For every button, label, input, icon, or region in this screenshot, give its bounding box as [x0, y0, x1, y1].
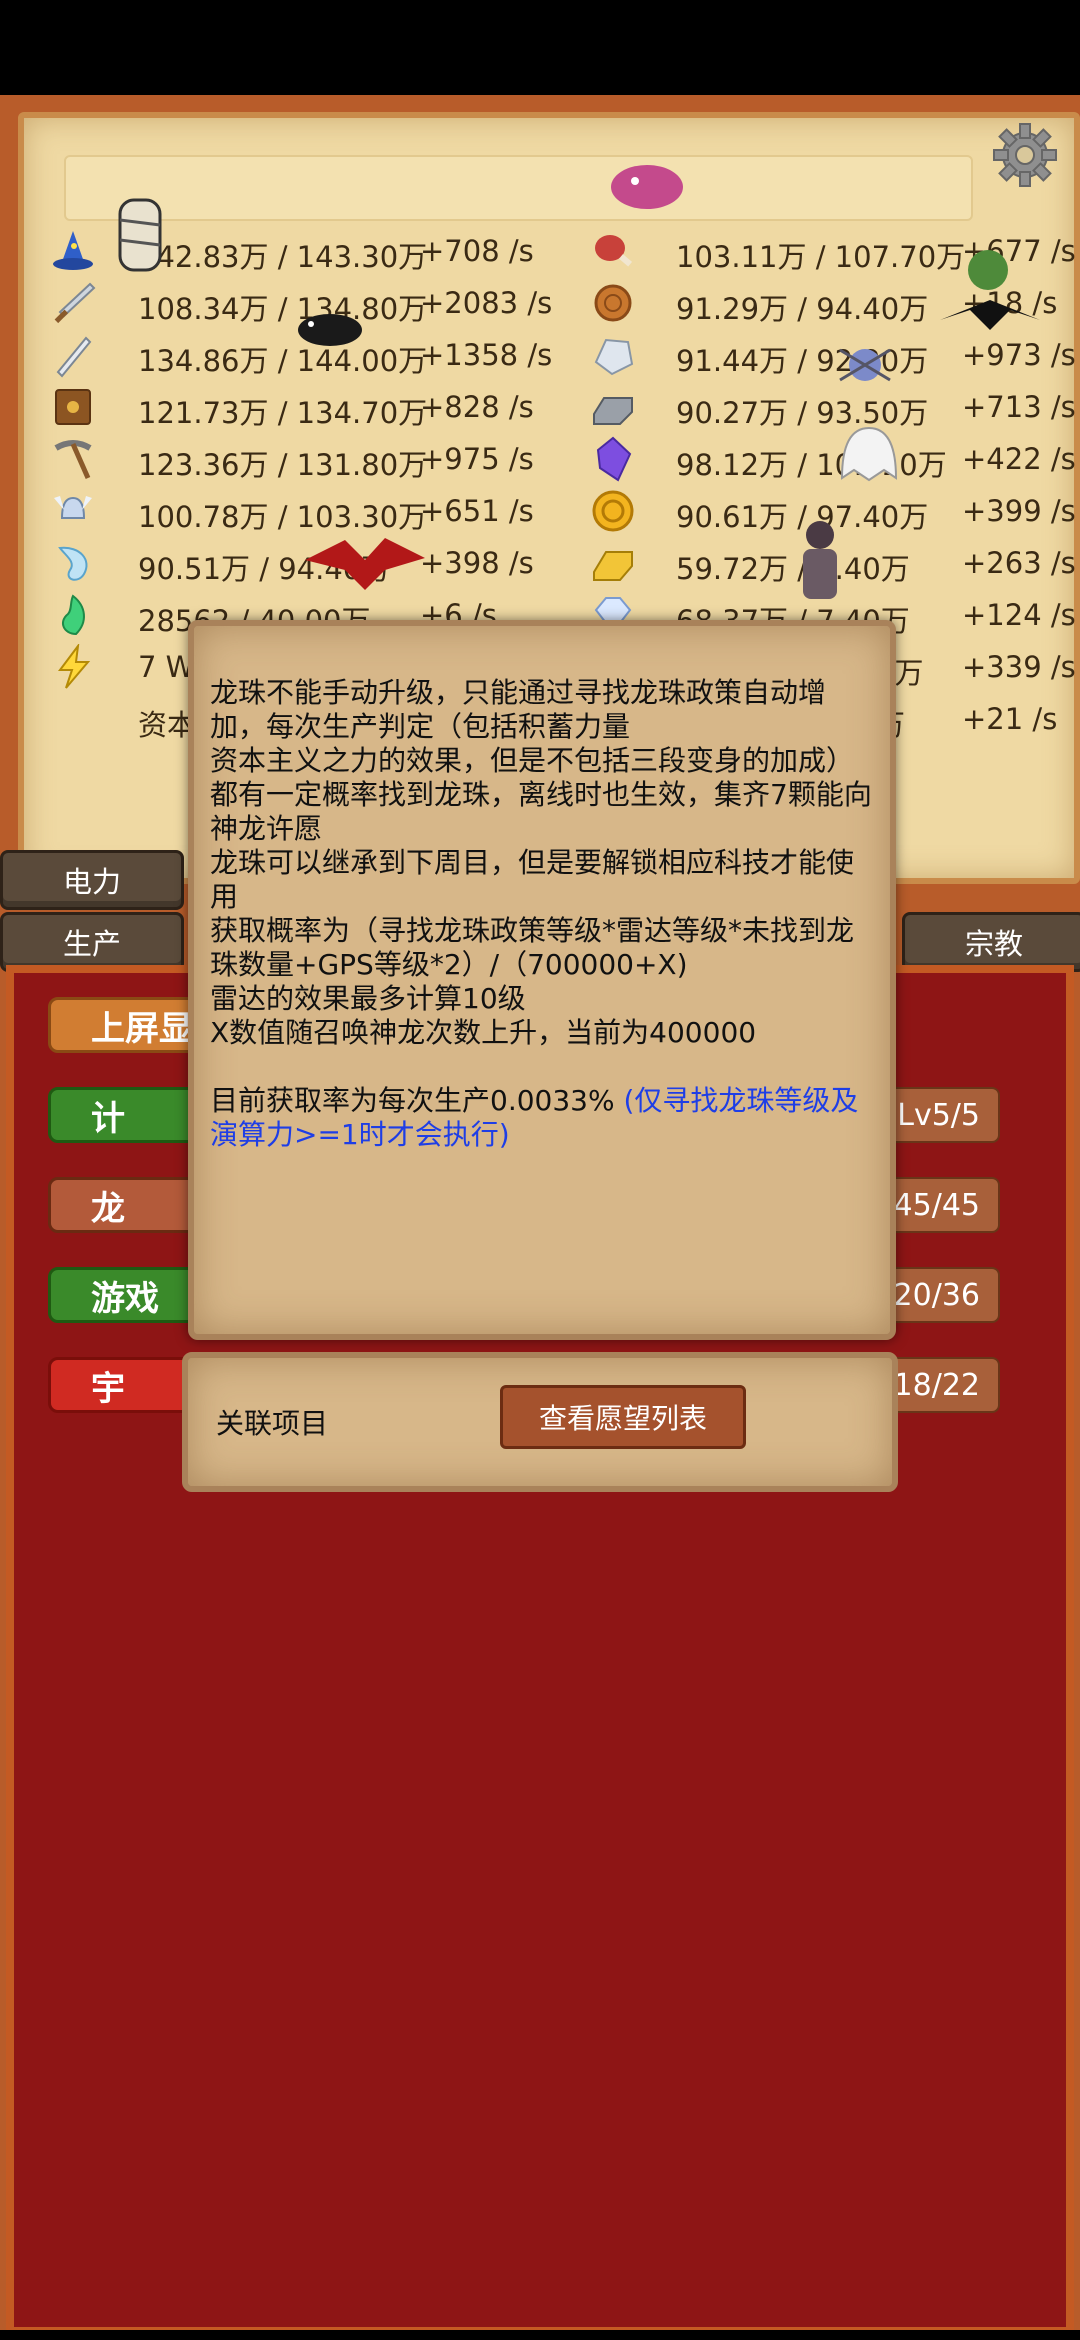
dialog-line: 获取概率为（寻找龙珠政策等级*雷达等级*未找到龙珠数量+GPS等级*2）/（70…: [210, 914, 855, 981]
spirit-icon: [58, 546, 88, 581]
lightning-icon: [58, 644, 91, 689]
spider-monster-icon: [839, 348, 891, 382]
gold-bar-icon: [593, 551, 633, 581]
status-bar: [0, 0, 1080, 95]
sword-icon: [54, 282, 96, 324]
gold-coin-icon: [592, 490, 634, 532]
view-wish-list-button[interactable]: 查看愿望列表: [500, 1385, 746, 1449]
res-rate: +651 /s: [420, 494, 534, 528]
res-rate: +422 /s: [962, 442, 1076, 476]
pink-beast-monster-icon: [611, 165, 683, 209]
dialog-line: 资本主义之力的效果，但是不包括三段变身的加成）都有一定概率找到龙珠，离线时也生效…: [210, 744, 872, 845]
res-rate: +124 /s: [962, 598, 1076, 632]
res-value: 103.11万 / 107.70万: [676, 240, 966, 274]
res-rate: +828 /s: [420, 390, 534, 424]
meat-icon: [595, 235, 633, 267]
ghost-monster-icon: [840, 426, 898, 482]
res-value: 142.83万 / 143.30万: [138, 240, 428, 274]
res-rate: +975 /s: [420, 442, 534, 476]
tab-religion[interactable]: 宗教: [902, 912, 1080, 972]
settings-gear-icon[interactable]: [990, 120, 1060, 190]
res-rate: +973 /s: [962, 338, 1076, 372]
nav-bar: [0, 2330, 1080, 2340]
res-value: 123.36万 / 131.80万: [138, 448, 428, 482]
wood-icon: [594, 284, 632, 322]
goblin-bat-monster-icon: [940, 250, 1040, 330]
dark-girl-monster-icon: [803, 521, 837, 599]
dialog-text: 龙珠不能手动升级，只能通过寻找龙珠政策自动增加，每次生产判定（包括积蓄力量 资本…: [210, 676, 880, 1152]
iron-ingot-icon: [593, 397, 633, 425]
res-rate: +2083 /s: [420, 286, 553, 320]
dialog-line: 龙珠不能手动升级，只能通过寻找龙珠政策自动增加，每次生产判定（包括积蓄力量: [210, 676, 827, 743]
stone-icon: [594, 338, 634, 376]
res-rate: +263 /s: [962, 546, 1076, 580]
res-rate: +1358 /s: [420, 338, 553, 372]
dialog-line: 龙珠可以继承到下周目，但是要解锁相应科技才能使用: [210, 846, 855, 913]
dialog-line: 雷达的效果最多计算10级: [210, 982, 526, 1015]
res-value: 91.29万 / 94.40万: [676, 292, 929, 326]
res-rate: +399 /s: [962, 494, 1076, 528]
wizard-hat-icon: [53, 231, 93, 270]
red-dragon-monster-icon: [305, 538, 425, 590]
res-rate: +708 /s: [420, 234, 534, 268]
res-value: 108.34万 / 134.80万: [138, 292, 428, 326]
book-icon: [55, 389, 91, 425]
res-rate: +21 /s: [962, 702, 1058, 736]
res-rate: +713 /s: [962, 390, 1076, 424]
tab-power[interactable]: 电力: [0, 850, 184, 910]
dialog-line: X数值随召唤神龙次数上升，当前为400000: [210, 1016, 757, 1049]
acquisition-rate: 目前获取率为每次生产0.0033%: [210, 1084, 615, 1117]
res-value: 121.73万 / 134.70万: [138, 396, 428, 430]
res-value: 7 W: [138, 650, 195, 684]
res-rate: +398 /s: [420, 546, 534, 580]
crystal-icon: [596, 436, 632, 482]
tab-production[interactable]: 生产: [0, 912, 184, 972]
dagger-icon: [56, 336, 92, 378]
res-value: 134.86万 / 144.00万: [138, 344, 428, 378]
crow-monster-icon: [298, 314, 362, 346]
mummy-monster-icon: [118, 198, 162, 272]
res-rate: +339 /s: [962, 650, 1076, 684]
winged-helmet-icon: [54, 496, 92, 519]
green-flame-icon: [61, 594, 85, 636]
pickaxe-icon: [54, 440, 92, 480]
related-label: 关联项目: [216, 1407, 329, 1440]
